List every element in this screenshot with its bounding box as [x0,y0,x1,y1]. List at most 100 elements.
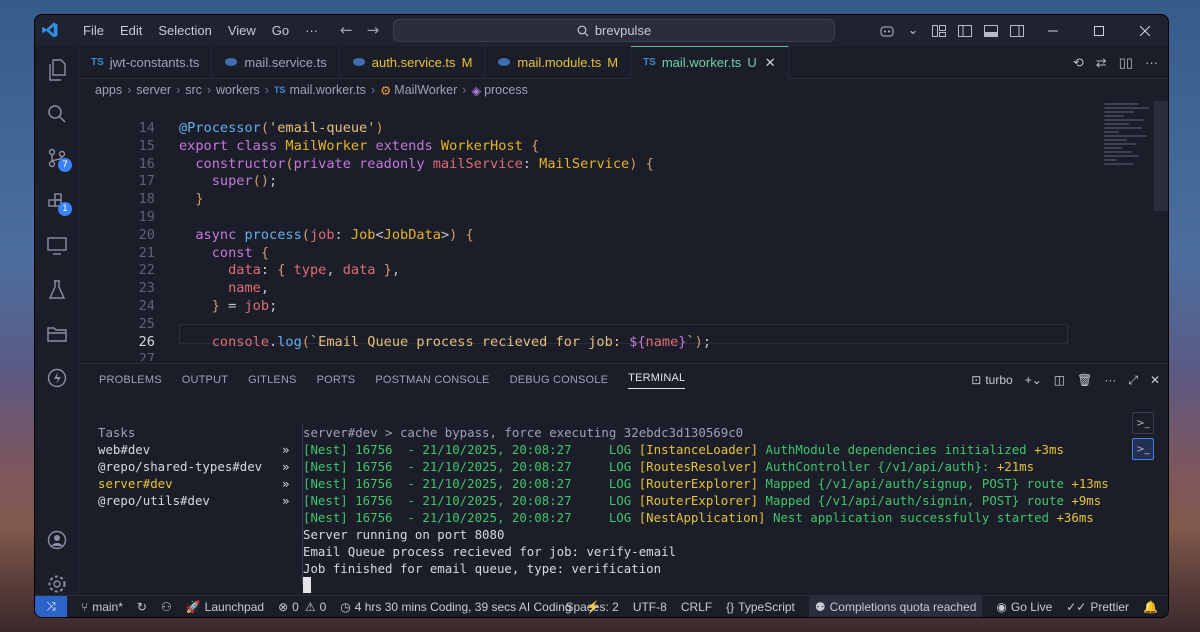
folder-view-icon[interactable] [35,316,79,352]
split-editor-icon[interactable]: ▯▯ [1119,55,1133,71]
tab-output[interactable]: OUTPUT [182,374,228,386]
remote-indicator-icon[interactable]: ⤨ [35,595,67,617]
tab-debug-console[interactable]: DEBUG CONSOLE [510,374,609,386]
git-branch[interactable]: ⑂ main* [81,600,123,614]
menu-more[interactable]: ··· [297,15,326,46]
close-panel-icon[interactable]: ✕ [1150,373,1160,387]
code-editor[interactable]: 14 @Processor('email-queue') 15 export clas… [79,101,1168,361]
menu-edit[interactable]: Edit [112,15,150,46]
tab-label: mail.worker.ts [661,55,742,70]
bottom-panel: PROBLEMS OUTPUT GITLENS PORTS POSTMAN CO… [79,363,1168,617]
tab-mail-worker[interactable]: TS mail.worker.ts U ✕ [631,45,789,79]
menu-file[interactable]: File [75,15,112,46]
customize-layout-icon[interactable] [930,15,948,46]
terminal-name[interactable]: turbo [985,373,1012,387]
chevron-right-icon: › [206,83,212,97]
source-control-icon[interactable]: 7 [35,140,79,176]
tab-modified-badge: M [607,54,619,70]
breadcrumb-item[interactable]: src [185,83,202,97]
extensions-icon[interactable]: 1 [35,184,79,220]
menu-view[interactable]: View [220,15,264,46]
tab-problems[interactable]: PROBLEMS [99,374,162,386]
editor-actions: ⟲ ⇄ ▯▯ ··· [1061,46,1158,79]
chevron-right-icon: › [127,83,132,97]
chevron-down-icon[interactable]: ⌄ [904,15,922,46]
sync-icon[interactable]: ↻ [137,600,147,614]
forward-arrow-icon[interactable]: → [367,21,380,39]
breadcrumb-item[interactable]: apps [95,83,122,97]
toggle-primary-sidebar-icon[interactable] [956,15,974,46]
more-actions-icon[interactable]: ··· [1145,55,1158,70]
go-live[interactable]: ◉ Go Live [996,600,1052,614]
tab-terminal[interactable]: TERMINAL [628,372,686,389]
launchpad[interactable]: 🚀 Launchpad [186,600,264,614]
tab-mail-module[interactable]: mail.module.ts M [485,45,632,79]
problems-indicator[interactable]: ⊗ 0 ⚠ 0 [278,600,326,614]
tab-mail-service[interactable]: mail.service.ts [212,45,340,79]
code-line: 22 data: { type, data }, [79,261,1168,279]
code-text: export class MailWorker extends WorkerHo… [179,137,540,154]
copilot-icon[interactable] [878,15,896,46]
code-text: } [195,191,204,208]
more-actions-icon[interactable]: ··· [1104,373,1116,387]
terminal-instance-icon[interactable]: >_ [1132,412,1154,434]
lightning-icon[interactable] [35,360,79,396]
explorer-icon[interactable] [35,52,79,88]
minimize-icon[interactable] [1030,15,1076,46]
panel-toolbar: ⊡ turbo +⌄ ◫ 🗑 ··· ⤢ ✕ [959,364,1160,396]
tab-gitlens[interactable]: GITLENS [248,374,296,386]
command-center[interactable]: brevpulse [393,19,835,42]
task-item: @repo/shared-types#dev [98,459,263,474]
back-arrow-icon[interactable]: ← [340,21,353,39]
close-tab-icon[interactable]: ✕ [765,55,776,71]
breadcrumb-item[interactable]: process [484,83,528,97]
encoding[interactable]: UTF-8 [633,600,667,614]
tab-postman-console[interactable]: POSTMAN CONSOLE [375,374,489,386]
toggle-panel-icon[interactable] [982,15,1000,46]
terminal-instance-icon[interactable]: >_ [1132,438,1154,460]
terminal-icon: ⊡ [971,373,982,387]
notifications-bell-icon[interactable]: 🔔 [1143,600,1158,614]
wakatime[interactable]: ◷ 4 hrs 30 mins Coding, 39 secs AI Coding [340,600,571,614]
typescript-file-icon: TS [643,57,656,68]
compare-changes-icon[interactable]: ⇄ [1096,55,1107,71]
breadcrumb-item[interactable]: server [136,83,171,97]
breadcrumb-item[interactable]: workers [216,83,260,97]
remote-explorer-icon[interactable] [35,228,79,264]
testing-icon[interactable] [35,272,79,308]
line-number: 21 [138,244,155,261]
breadcrumb-item[interactable]: MailWorker [394,83,457,97]
terminal-output[interactable]: Tasks web#dev » @repo/shared-types#dev » serv… [79,398,1128,617]
task-item: server#dev [98,476,173,491]
command-center-label: brevpulse [594,23,652,38]
account-icon[interactable] [35,522,79,558]
tab-auth-service[interactable]: auth.service.ts M [340,45,486,79]
language-mode[interactable]: {} TypeScript [726,600,795,614]
maximize-icon[interactable] [1076,15,1122,46]
source-control-badge: 7 [58,158,72,172]
prettier[interactable]: ✓✓ Prettier [1066,600,1129,614]
new-terminal-icon[interactable]: +⌄ [1025,373,1042,387]
code-text: async process(job: Job<JobData>) { [195,226,474,243]
search-view-icon[interactable] [35,96,79,132]
close-window-icon[interactable] [1122,15,1168,46]
timeline-icon[interactable]: ⟲ [1073,55,1084,71]
breadcrumb-item[interactable]: mail.worker.ts [289,83,365,97]
copilot-quota[interactable]: ⚉ Completions quota reached [808,596,983,617]
terminal-list: >_ >_ [1132,412,1154,464]
split-terminal-icon[interactable]: ◫ [1054,373,1065,387]
gitlens-icon[interactable]: ⚇ [161,600,172,614]
tab-jwt-constants[interactable]: TS jwt-constants.ts [79,45,213,79]
line-endings[interactable]: CRLF [681,600,712,614]
menu-selection[interactable]: Selection [150,15,219,46]
menu-go[interactable]: Go [264,15,297,46]
chevron-right-icon: › [176,83,181,97]
task-expand-marker: » [282,476,290,491]
trash-icon[interactable]: 🗑 [1077,373,1092,387]
status-bar: ⤨ ⑂ main* ↻ ⚇ 🚀 Launchpad ⊗ 0 ⚠ 0 ◷ 4 hrs 30 m… [35,595,1168,617]
line-number: 20 [138,226,155,243]
indentation[interactable]: Spaces: 2 [565,600,618,614]
maximize-panel-icon[interactable]: ⤢ [1128,373,1138,388]
tab-ports[interactable]: PORTS [317,374,356,386]
toggle-secondary-sidebar-icon[interactable] [1008,15,1026,46]
